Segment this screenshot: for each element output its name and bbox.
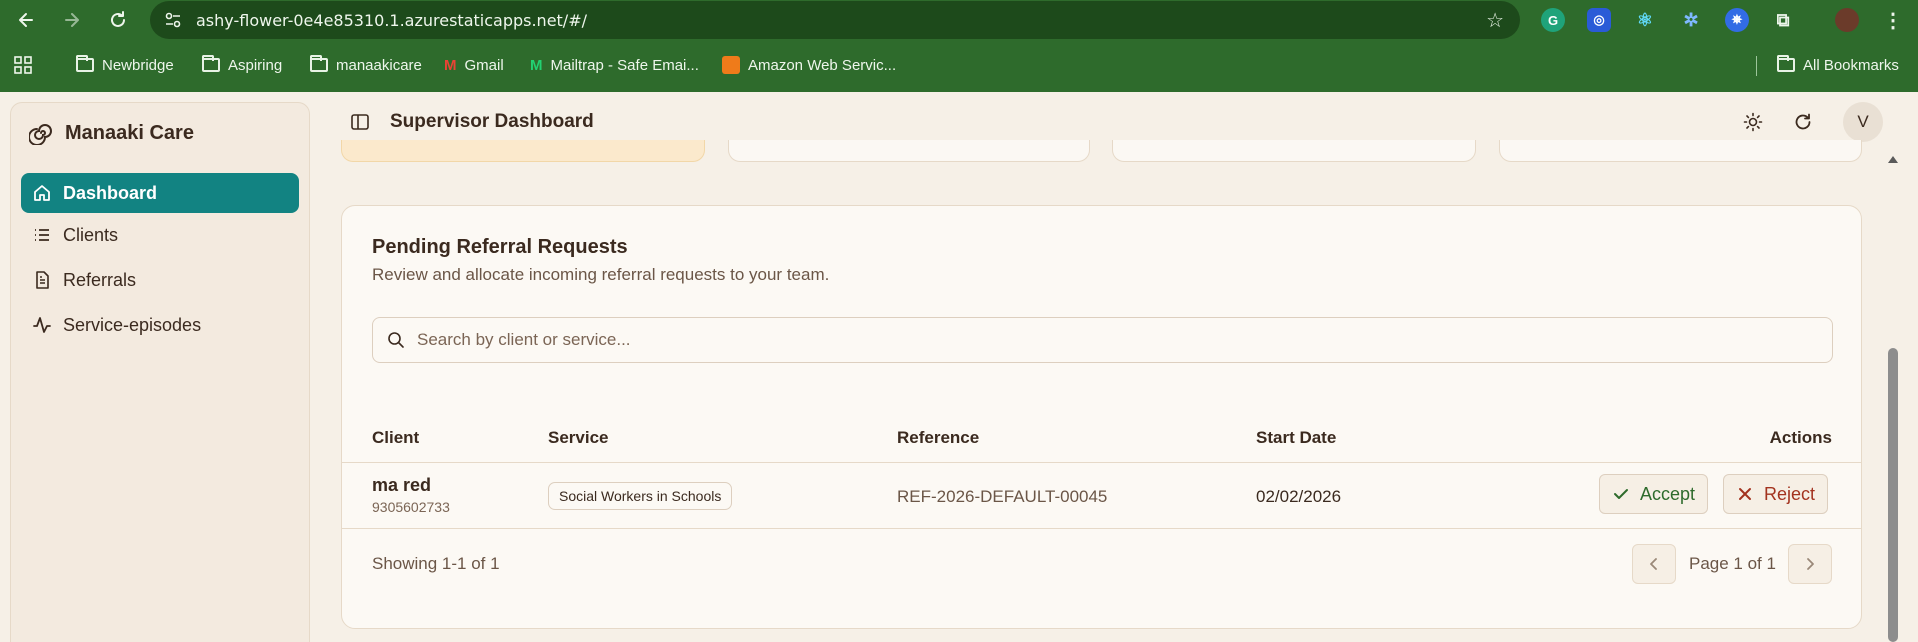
column-header-start-date: Start Date (1256, 428, 1337, 447)
folder-icon (76, 55, 94, 72)
table-divider (342, 462, 1861, 463)
spiral-logo-icon (29, 124, 52, 145)
more-menu-icon[interactable]: ⋮ (1881, 8, 1905, 32)
reference-cell: REF-2026-DEFAULT-00045 (897, 487, 1108, 506)
mailtrap-icon: M (530, 56, 543, 74)
stat-card-stub (1499, 140, 1862, 162)
extensions-puzzle-icon[interactable]: ⧉ (1771, 8, 1795, 32)
accept-button[interactable]: Accept (1599, 474, 1709, 514)
profile-avatar-icon[interactable] (1835, 8, 1859, 32)
start-date-cell: 02/02/2026 (1256, 487, 1342, 506)
reject-button[interactable]: Reject (1723, 474, 1829, 514)
grammarly-icon[interactable]: G (1541, 8, 1565, 32)
next-page-button[interactable] (1788, 544, 1832, 584)
check-icon (1614, 489, 1628, 499)
search-input[interactable] (417, 318, 1817, 362)
sidebar-item-label: Referrals (63, 269, 137, 290)
bookmark-gmail[interactable]: M Gmail (444, 54, 504, 76)
sidebar-item-dashboard[interactable]: Dashboard (21, 173, 299, 213)
apps-grid-icon[interactable] (14, 54, 32, 76)
list-icon (33, 226, 51, 244)
bookmarks-divider (1756, 56, 1757, 76)
stat-card-stub (728, 140, 1090, 162)
brand[interactable]: Manaaki Care (29, 121, 194, 145)
page-indicator: Page 1 of 1 (1689, 554, 1776, 573)
folder-icon (310, 55, 328, 72)
table-divider (342, 528, 1861, 529)
bookmark-manaakicare[interactable]: manaakicare (310, 54, 422, 76)
pagination-summary: Showing 1-1 of 1 (372, 554, 500, 573)
close-icon (1739, 488, 1751, 500)
sidebar: Manaaki Care Dashboard Clients Referrals… (10, 102, 310, 642)
browser-chrome: ashy-flower-0e4e85310.1.azurestaticapps.… (0, 0, 1918, 92)
client-id: 9305602733 (372, 499, 450, 515)
sidebar-item-service-episodes[interactable]: Service-episodes (21, 305, 299, 345)
sidebar-item-label: Dashboard (63, 182, 158, 203)
card-title: Pending Referral Requests (372, 236, 628, 258)
folder-icon (202, 55, 220, 72)
scroll-thumb[interactable] (1888, 348, 1898, 642)
address-bar[interactable]: ashy-flower-0e4e85310.1.azurestaticapps.… (150, 1, 1520, 39)
stat-card-stub (1112, 140, 1476, 162)
sidebar-item-referrals[interactable]: Referrals (21, 260, 299, 300)
forward-icon[interactable] (58, 6, 86, 34)
gmail-icon: M (444, 56, 457, 74)
sidebar-item-clients[interactable]: Clients (21, 215, 299, 255)
extension-network-icon[interactable]: ✲ (1679, 8, 1703, 32)
card-subtitle: Review and allocate incoming referral re… (372, 265, 830, 284)
screen-capture-icon[interactable]: ◎ (1587, 8, 1611, 32)
scroll-up-arrow[interactable] (1888, 156, 1898, 163)
sidebar-item-label: Clients (63, 224, 119, 245)
chevron-right-icon (1807, 558, 1814, 570)
toggle-sidebar-icon[interactable] (350, 112, 370, 137)
bookmarks-bar: Newbridge Aspiring manaakicare M Gmail MM… (0, 48, 1918, 82)
folder-icon (1777, 55, 1795, 72)
theme-toggle-sun-icon[interactable] (1741, 110, 1765, 134)
bookmark-mailtrap[interactable]: M Mailtrap - Safe Emai... (530, 54, 699, 76)
bookmark-aspiring[interactable]: Aspiring (202, 54, 282, 76)
chevron-left-icon (1650, 558, 1657, 570)
address-row: ashy-flower-0e4e85310.1.azurestaticapps.… (0, 0, 1918, 40)
previous-page-button[interactable] (1632, 544, 1676, 584)
site-info-icon[interactable] (164, 11, 182, 29)
user-avatar[interactable]: V (1843, 102, 1883, 142)
column-header-service: Service (548, 428, 609, 447)
activity-icon (33, 316, 51, 334)
kubernetes-icon[interactable]: ✵ (1725, 8, 1749, 32)
bookmark-star-icon[interactable]: ☆ (1486, 8, 1504, 33)
refresh-icon[interactable] (1791, 110, 1815, 134)
all-bookmarks[interactable]: All Bookmarks (1777, 54, 1899, 76)
stat-card-stub (341, 140, 705, 162)
sidebar-item-label: Service-episodes (63, 314, 202, 335)
react-devtools-icon[interactable]: ⚛ (1633, 8, 1657, 32)
column-header-actions: Actions (1769, 428, 1832, 447)
client-name: ma red (372, 475, 432, 495)
column-header-client: Client (372, 428, 420, 447)
page-scrollbar[interactable] (1886, 152, 1900, 642)
search-box[interactable] (372, 317, 1833, 363)
bookmark-aws[interactable]: Amazon Web Servic... (722, 54, 896, 76)
aws-cube-icon (722, 56, 740, 74)
bookmark-newbridge[interactable]: Newbridge (76, 54, 174, 76)
page-title: Supervisor Dashboard (390, 111, 594, 132)
home-icon (33, 184, 51, 202)
pending-referrals-card: Pending Referral Requests Review and all… (341, 205, 1862, 629)
back-icon[interactable] (12, 6, 40, 34)
reload-icon[interactable] (104, 6, 132, 34)
search-icon (387, 331, 405, 354)
url-text[interactable]: ashy-flower-0e4e85310.1.azurestaticapps.… (196, 11, 587, 30)
service-badge: Social Workers in Schools (548, 482, 733, 510)
document-icon (33, 271, 51, 289)
brand-name: Manaaki Care (65, 121, 194, 144)
column-header-reference: Reference (897, 428, 980, 447)
